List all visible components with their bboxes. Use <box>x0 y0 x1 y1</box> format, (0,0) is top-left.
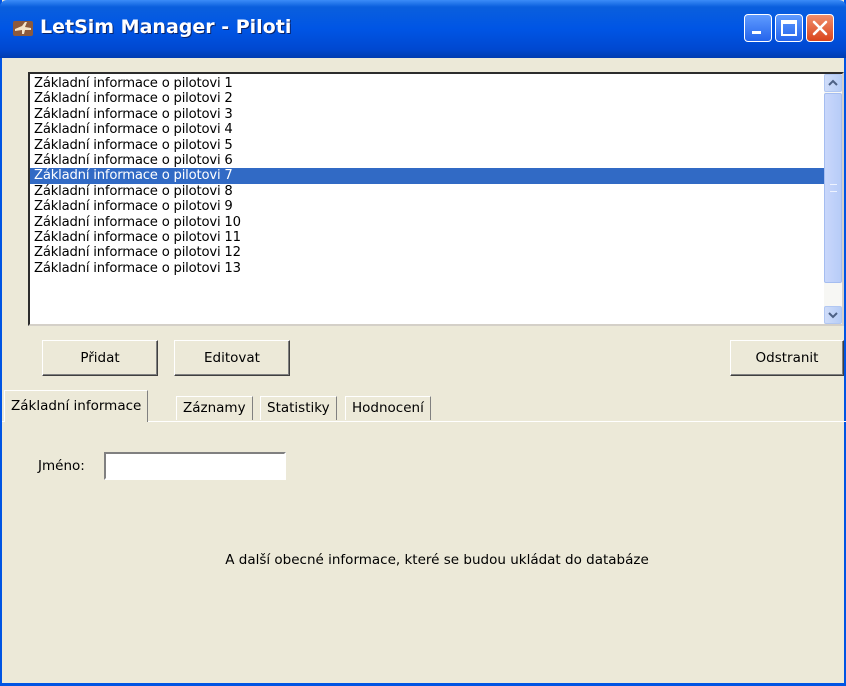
tab-basic-info[interactable]: Základní informace <box>4 390 149 422</box>
minimize-button[interactable] <box>744 14 772 42</box>
chevron-up-icon <box>828 79 838 86</box>
chevron-down-icon <box>828 312 838 319</box>
list-item[interactable]: Základní informace o pilotovi 11 <box>30 230 826 245</box>
close-icon <box>812 20 828 36</box>
tab-strip: Základní informace Záznamy Statistiky Ho… <box>2 388 846 422</box>
scroll-thumb[interactable] <box>824 93 842 283</box>
tab-records[interactable]: Záznamy <box>176 396 253 420</box>
pilot-list: Základní informace o pilotovi 1 Základní… <box>30 76 826 276</box>
edit-button[interactable]: Editovat <box>174 340 290 376</box>
list-item[interactable]: Základní informace o pilotovi 9 <box>30 199 826 214</box>
list-item[interactable]: Základní informace o pilotovi 1 <box>30 76 826 91</box>
remove-button[interactable]: Odstranit <box>730 340 844 376</box>
minimize-icon <box>752 31 761 34</box>
list-item[interactable]: Základní informace o pilotovi 4 <box>30 122 826 137</box>
airplane-icon <box>13 21 33 36</box>
scroll-grip <box>830 184 837 192</box>
info-note: A další obecné informace, které se budou… <box>225 552 649 568</box>
vertical-scrollbar[interactable] <box>824 74 842 324</box>
list-item[interactable]: Základní informace o pilotovi 5 <box>30 138 826 153</box>
list-item[interactable]: Základní informace o pilotovi 10 <box>30 215 826 230</box>
list-item[interactable]: Základní informace o pilotovi 3 <box>30 107 826 122</box>
app-window: LetSim Manager - Piloti Základní informa… <box>0 0 846 686</box>
tab-statistics[interactable]: Statistiky <box>260 396 337 420</box>
title-bar[interactable]: LetSim Manager - Piloti <box>0 0 846 58</box>
list-item[interactable]: Základní informace o pilotovi 13 <box>30 261 826 276</box>
window-title: LetSim Manager - Piloti <box>40 16 292 38</box>
list-item[interactable]: Základní informace o pilotovi 6 <box>30 153 826 168</box>
list-item[interactable]: Základní informace o pilotovi 2 <box>30 91 826 106</box>
close-button[interactable] <box>806 14 834 42</box>
scroll-up-button[interactable] <box>824 74 842 92</box>
maximize-icon <box>781 20 797 36</box>
maximize-button[interactable] <box>775 14 803 42</box>
list-item[interactable]: Základní informace o pilotovi 12 <box>30 245 826 260</box>
tab-rating[interactable]: Hodnocení <box>345 396 431 420</box>
scroll-down-button[interactable] <box>824 306 842 324</box>
name-label: Jméno: <box>38 458 85 474</box>
pilot-listbox[interactable]: Základní informace o pilotovi 1 Základní… <box>28 72 844 326</box>
list-item[interactable]: Základní informace o pilotovi 8 <box>30 184 826 199</box>
list-item-selected[interactable]: Základní informace o pilotovi 7 <box>30 168 826 184</box>
name-field[interactable] <box>104 452 286 480</box>
add-button[interactable]: Přidat <box>42 340 158 376</box>
